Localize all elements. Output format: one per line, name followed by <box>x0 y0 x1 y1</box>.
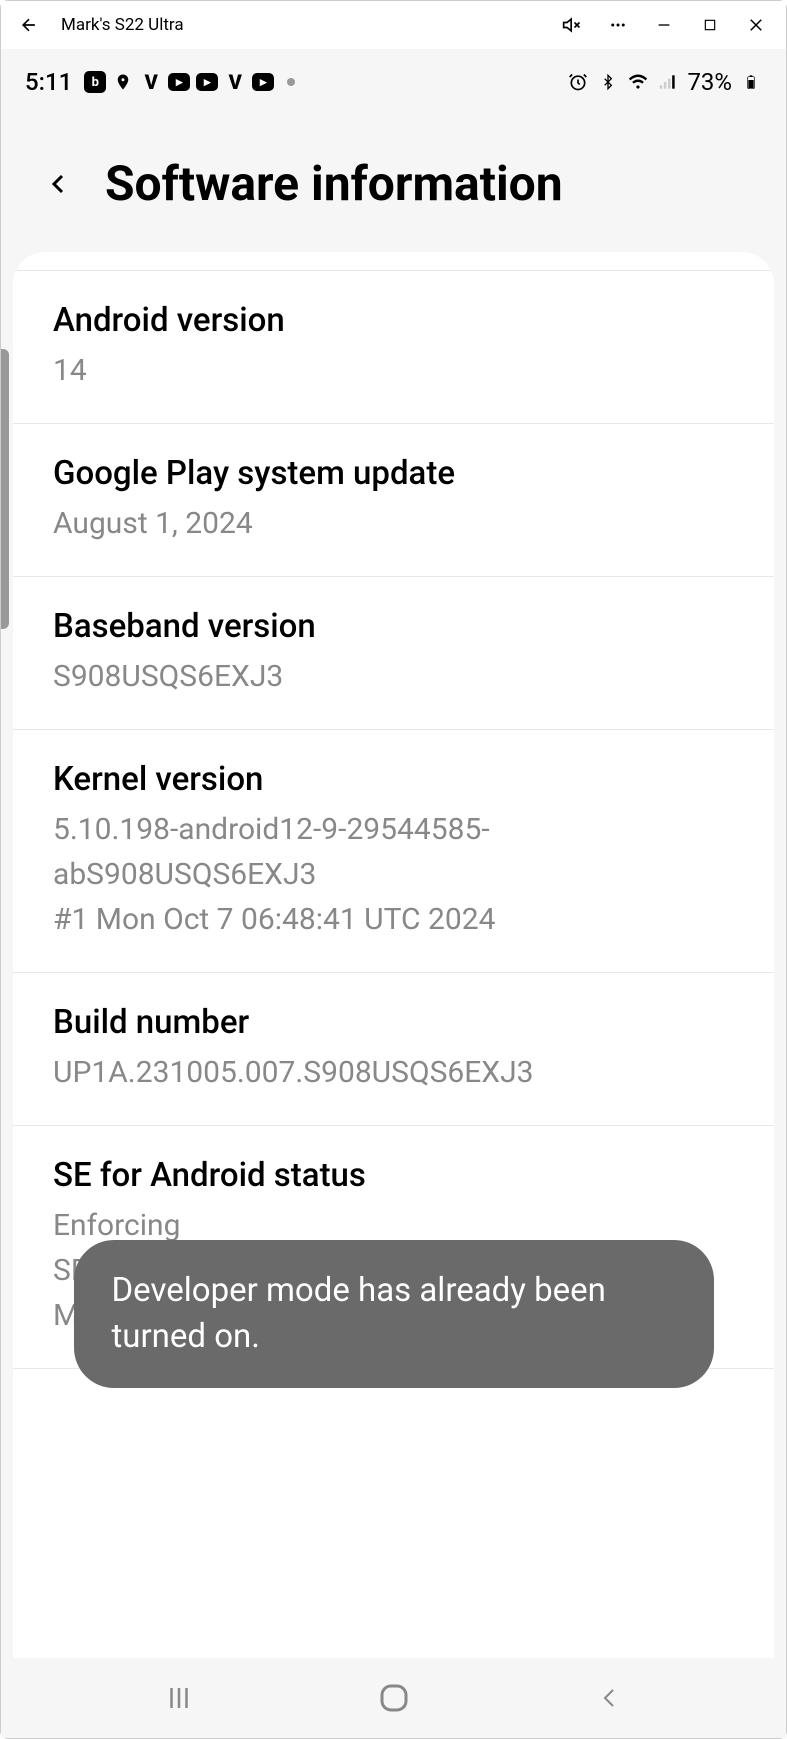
toast-message: Developer mode has already been turned o… <box>112 1268 676 1360</box>
item-value: 5.10.198-android12-9-29544585-abS908USQS… <box>53 807 734 897</box>
status-bar-right: 73% <box>567 68 762 96</box>
maximize-button[interactable] <box>696 11 724 39</box>
status-bar: 5:11 b V ▸ ▸ V ▸ <box>1 49 786 105</box>
item-value-secondary: #1 Mon Oct 7 06:48:41 UTC 2024 <box>53 897 734 942</box>
notification-media-icon-1: ▸ <box>168 71 190 93</box>
item-value: UP1A.231005.007.S908USQS6EXJ3 <box>53 1050 734 1095</box>
notification-b-icon: b <box>84 71 106 93</box>
home-button[interactable] <box>364 1668 424 1728</box>
play-update-item[interactable]: Google Play system update August 1, 2024 <box>13 424 774 577</box>
android-version-item[interactable]: Android version 14 <box>13 270 774 424</box>
status-time: 5:11 <box>25 68 72 96</box>
notification-v-icon-2: V <box>224 71 246 93</box>
item-title: Kernel version <box>53 760 734 799</box>
location-icon <box>112 71 134 93</box>
nav-back-button[interactable] <box>579 1668 639 1728</box>
mute-icon[interactable] <box>558 11 586 39</box>
window-controls <box>558 11 770 39</box>
item-title: Baseband version <box>53 607 734 646</box>
bluetooth-icon <box>597 71 619 93</box>
item-title: Build number <box>53 1003 734 1042</box>
battery-percentage: 73% <box>687 68 732 96</box>
item-title: SE for Android status <box>53 1156 734 1195</box>
phone-screen: 5:11 b V ▸ ▸ V ▸ <box>1 49 786 1738</box>
alarm-icon <box>567 71 589 93</box>
build-number-item[interactable]: Build number UP1A.231005.007.S908USQS6EX… <box>13 973 774 1126</box>
kernel-item[interactable]: Kernel version 5.10.198-android12-9-2954… <box>13 730 774 973</box>
page-title: Software information <box>105 155 563 212</box>
notification-media-icon-2: ▸ <box>196 71 218 93</box>
window-title: Mark's S22 Ultra <box>61 15 558 35</box>
toast-notification: Developer mode has already been turned o… <box>74 1240 714 1388</box>
edge-panel-handle[interactable] <box>1 349 9 629</box>
settings-list: Android version 14 Google Play system up… <box>13 252 774 1661</box>
back-button[interactable] <box>41 166 77 202</box>
battery-icon <box>740 71 762 93</box>
notification-v-icon: V <box>140 71 162 93</box>
notification-more-icon <box>280 71 302 93</box>
signal-icon <box>657 71 679 93</box>
more-icon[interactable] <box>604 11 632 39</box>
navigation-bar <box>1 1658 786 1738</box>
minimize-button[interactable] <box>650 11 678 39</box>
baseband-item[interactable]: Baseband version S908USQS6EXJ3 <box>13 577 774 730</box>
notification-media-icon-3: ▸ <box>252 71 274 93</box>
status-bar-left: 5:11 b V ▸ ▸ V ▸ <box>25 68 302 96</box>
item-value: S908USQS6EXJ3 <box>53 654 734 699</box>
item-value: 14 <box>53 348 734 393</box>
window-titlebar: Mark's S22 Ultra <box>1 1 786 49</box>
page-header: Software information <box>1 105 786 252</box>
wifi-icon <box>627 71 649 93</box>
close-button[interactable] <box>742 11 770 39</box>
item-title: Google Play system update <box>53 454 734 493</box>
recent-apps-button[interactable] <box>149 1668 209 1728</box>
window-back-button[interactable] <box>17 13 41 37</box>
item-value: August 1, 2024 <box>53 501 734 546</box>
item-title: Android version <box>53 301 734 340</box>
